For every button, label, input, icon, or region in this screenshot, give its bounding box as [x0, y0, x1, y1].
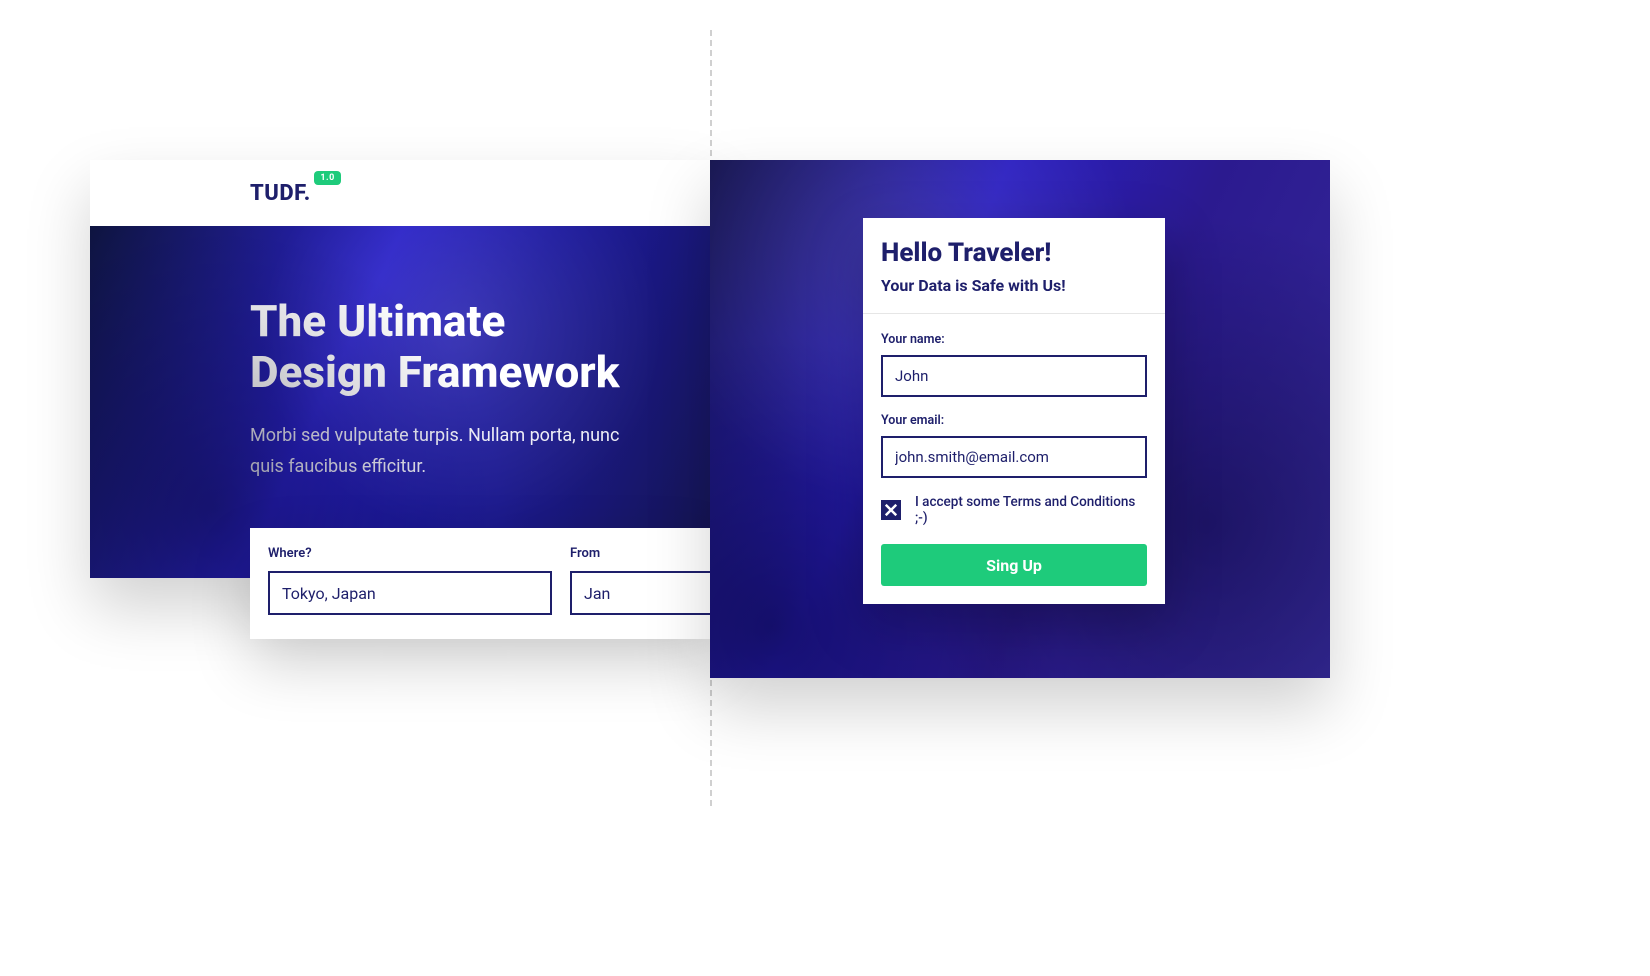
hero-title-line2: Design Framework — [250, 346, 619, 398]
signup-card: Hello Traveler! Your Data is Safe with U… — [863, 218, 1165, 604]
email-label: Your email: — [881, 413, 1147, 428]
email-field-group: Your email: — [881, 413, 1147, 478]
name-field-group: Your name: — [881, 332, 1147, 397]
hero-title-line1: The Ultimate — [250, 295, 505, 347]
terms-text: I accept some Terms and Conditions ;-) — [915, 494, 1147, 526]
email-input[interactable] — [881, 436, 1147, 478]
name-input[interactable] — [881, 355, 1147, 397]
where-input[interactable] — [268, 571, 552, 615]
name-label: Your name: — [881, 332, 1147, 347]
search-card: Where? From — [250, 528, 712, 639]
terms-row: I accept some Terms and Conditions ;-) — [881, 494, 1147, 526]
hero-subtitle: Morbi sed vulputate turpis. Nullam porta… — [250, 421, 650, 482]
check-x-icon — [884, 503, 898, 517]
card-divider — [863, 313, 1165, 314]
where-label: Where? — [268, 546, 552, 561]
signup-button[interactable]: Sing Up — [881, 544, 1147, 586]
signup-subtitle: Your Data is Safe with Us! — [881, 276, 1147, 295]
logo: TUDF. 1.0 — [250, 181, 311, 206]
left-preview-panel: TUDF. 1.0 The Ultimate Design Framework … — [90, 160, 710, 578]
version-badge: 1.0 — [314, 171, 340, 185]
right-preview-panel: Hello Traveler! Your Data is Safe with U… — [710, 160, 1330, 678]
signup-title: Hello Traveler! — [881, 238, 1147, 268]
hero-title: The Ultimate Design Framework — [250, 296, 710, 397]
hero-section: The Ultimate Design Framework Morbi sed … — [90, 226, 710, 578]
where-field-group: Where? — [268, 546, 552, 615]
terms-checkbox[interactable] — [881, 500, 901, 520]
left-header: TUDF. 1.0 — [90, 160, 710, 226]
logo-text: TUDF. — [250, 181, 311, 206]
